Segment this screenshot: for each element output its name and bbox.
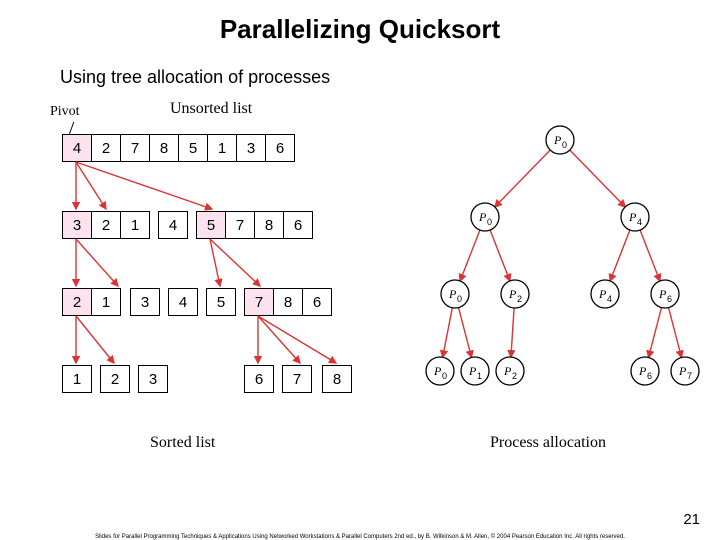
list-group: 8 — [322, 365, 352, 393]
list-cell: 4 — [169, 289, 197, 315]
diagram-stage: Pivot Unsorted list Sorted list Process … — [0, 96, 720, 466]
list-group: 7 — [282, 365, 312, 393]
list-cell: 3 — [131, 289, 159, 315]
svg-text:P: P — [468, 364, 477, 378]
svg-text:0: 0 — [442, 371, 447, 381]
list-cell: 3 — [139, 366, 167, 392]
svg-text:1: 1 — [477, 371, 482, 381]
list-cell: 7 — [245, 289, 273, 315]
list-cell: 2 — [91, 135, 120, 161]
page-subtitle: Using tree allocation of processes — [60, 67, 720, 88]
svg-text:6: 6 — [667, 294, 672, 304]
list-cell: 7 — [120, 135, 149, 161]
sorted-label: Sorted list — [150, 434, 215, 452]
svg-text:7: 7 — [687, 371, 692, 381]
svg-text:2: 2 — [512, 371, 517, 381]
svg-text:6: 6 — [647, 371, 652, 381]
list-group: 3 — [130, 288, 160, 316]
list-cell: 7 — [283, 366, 311, 392]
svg-text:P: P — [478, 210, 487, 224]
pivot-label: Pivot — [50, 104, 80, 120]
list-cell: 1 — [63, 366, 91, 392]
process-tree: P0P0P4P0P2P4P6P0P1P2P6P7 — [410, 114, 710, 444]
unsorted-label: Unsorted list — [170, 100, 252, 118]
list-group: 21 — [62, 288, 121, 316]
list-cell: 6 — [283, 212, 312, 238]
list-cell: 6 — [245, 366, 273, 392]
list-cell: 5 — [207, 289, 235, 315]
svg-text:P: P — [628, 210, 637, 224]
list-group: 5786 — [196, 211, 313, 239]
list-cell: 8 — [149, 135, 178, 161]
page-number: 21 — [683, 511, 700, 528]
list-cell: 2 — [63, 289, 91, 315]
list-cell: 4 — [63, 135, 91, 161]
page-title: Parallelizing Quicksort — [0, 14, 720, 45]
list-group: 4 — [158, 211, 188, 239]
copyright-text: Slides for Parallel Programming Techniqu… — [0, 534, 720, 540]
list-group: 786 — [244, 288, 332, 316]
svg-text:P: P — [433, 364, 442, 378]
list-cell: 1 — [120, 212, 149, 238]
list-cell: 8 — [273, 289, 302, 315]
list-group: 4 — [168, 288, 198, 316]
list-cell: 8 — [254, 212, 283, 238]
svg-text:0: 0 — [457, 294, 462, 304]
svg-text:P: P — [598, 287, 607, 301]
list-group: 2 — [100, 365, 130, 393]
svg-text:P: P — [638, 364, 647, 378]
list-cell: 3 — [63, 212, 91, 238]
svg-text:P: P — [508, 287, 517, 301]
list-group: 5 — [206, 288, 236, 316]
list-group: 42785136 — [62, 134, 295, 162]
list-cell: 2 — [101, 366, 129, 392]
list-group: 321 — [62, 211, 150, 239]
list-cell: 6 — [302, 289, 331, 315]
svg-text:P: P — [553, 133, 562, 147]
list-cell: 1 — [207, 135, 236, 161]
list-cell: 7 — [225, 212, 254, 238]
svg-text:P: P — [503, 364, 512, 378]
svg-text:0: 0 — [562, 140, 567, 150]
list-group: 1 — [62, 365, 92, 393]
list-cell: 3 — [236, 135, 265, 161]
svg-text:P: P — [448, 287, 457, 301]
list-cell: 5 — [178, 135, 207, 161]
svg-text:4: 4 — [607, 294, 612, 304]
svg-text:P: P — [678, 364, 687, 378]
list-group: 6 — [244, 365, 274, 393]
list-cell: 4 — [159, 212, 187, 238]
list-group: 3 — [138, 365, 168, 393]
svg-text:2: 2 — [517, 294, 522, 304]
svg-text:P: P — [658, 287, 667, 301]
list-cell: 6 — [265, 135, 294, 161]
svg-text:4: 4 — [637, 217, 642, 227]
svg-text:0: 0 — [487, 217, 492, 227]
list-cell: 2 — [91, 212, 120, 238]
list-cell: 1 — [91, 289, 120, 315]
list-cell: 8 — [323, 366, 351, 392]
list-cell: 5 — [197, 212, 225, 238]
